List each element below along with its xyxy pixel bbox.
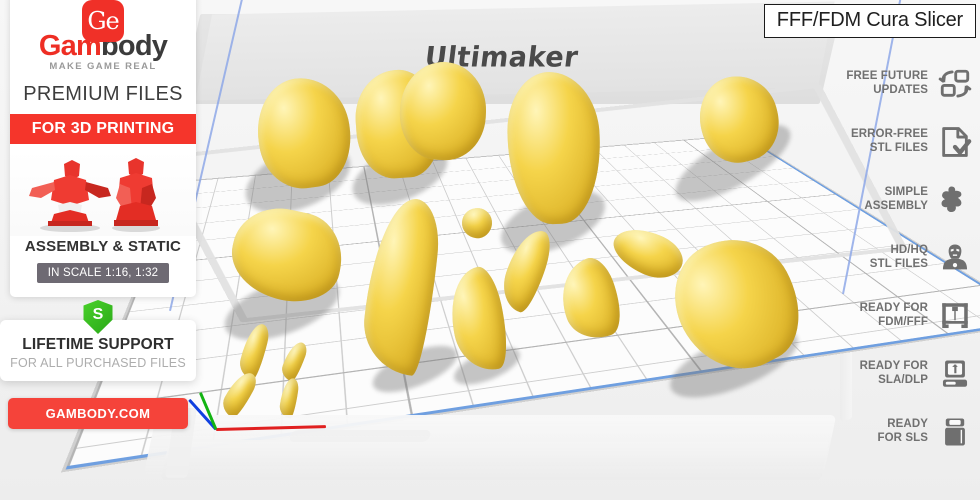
assembly-static-label: ASSEMBLY & STATIC: [24, 238, 182, 255]
printer-base-lower: [160, 440, 830, 480]
feature-row-puzzle-piece: SIMPLE ASSEMBLY: [832, 174, 980, 225]
scale-badge: IN SCALE 1:16, 1:32: [36, 263, 170, 283]
gambody-site-button[interactable]: GAMBODY.COM: [8, 398, 188, 429]
feature-label: READY FOR SLS: [877, 418, 928, 444]
for-3d-printing-banner: FOR 3D PRINTING: [10, 114, 196, 144]
lifetime-support-title: LIFETIME SUPPORT: [22, 336, 174, 353]
sls-printer-icon: [938, 415, 972, 449]
feature-row-sync-arrows: FREE FUTURE UPDATES: [832, 58, 980, 109]
slicer-title-badge: FFF/FDM Cura Slicer: [763, 4, 976, 38]
sla-printer-icon: [938, 357, 972, 391]
promo-panel: Ge Gambody MAKE GAME REAL PREMIUM FILES …: [10, 0, 196, 297]
feature-label: SIMPLE ASSEMBLY: [864, 186, 928, 212]
gambody-logo-mark: Ge: [82, 0, 124, 42]
feature-row-document-check: ERROR-FREE STL FILES: [832, 116, 980, 167]
feature-row-iron-man-bust: HD/HQ STL FILES: [832, 232, 980, 283]
feature-row-sls-printer: READY FOR SLS: [832, 406, 980, 457]
brand-tagline: MAKE GAME REAL: [49, 61, 157, 72]
feature-label: HD/HQ STL FILES: [869, 244, 928, 270]
puzzle-piece-icon: [938, 183, 972, 217]
feature-row-fdm-printer: READY FOR FDM/FFF: [832, 290, 980, 341]
fdm-printer-icon: [938, 299, 972, 333]
feature-label: FREE FUTURE UPDATES: [846, 70, 928, 96]
printer-crossbar: [288, 430, 432, 442]
feature-row-sla-printer: READY FOR SLA/DLP: [832, 348, 980, 399]
lifetime-support-card: S LIFETIME SUPPORT FOR ALL PURCHASED FIL…: [0, 300, 196, 381]
document-check-icon: [938, 125, 972, 159]
feature-label: READY FOR SLA/DLP: [859, 360, 928, 386]
iron-man-bust-icon: [938, 241, 972, 275]
lifetime-support-subtitle: FOR ALL PURCHASED FILES: [10, 356, 186, 370]
figurines-illustration: [10, 150, 196, 236]
shield-icon: S: [83, 300, 113, 334]
figurines-svg: [29, 158, 160, 232]
sync-arrows-icon: [938, 67, 972, 101]
premium-files-label: PREMIUM FILES: [23, 83, 183, 105]
feature-label: ERROR-FREE STL FILES: [850, 128, 928, 154]
features-list: FREE FUTURE UPDATES ERROR-FREE STL FILES S…: [832, 58, 980, 464]
feature-label: READY FOR FDM/FFF: [859, 302, 928, 328]
